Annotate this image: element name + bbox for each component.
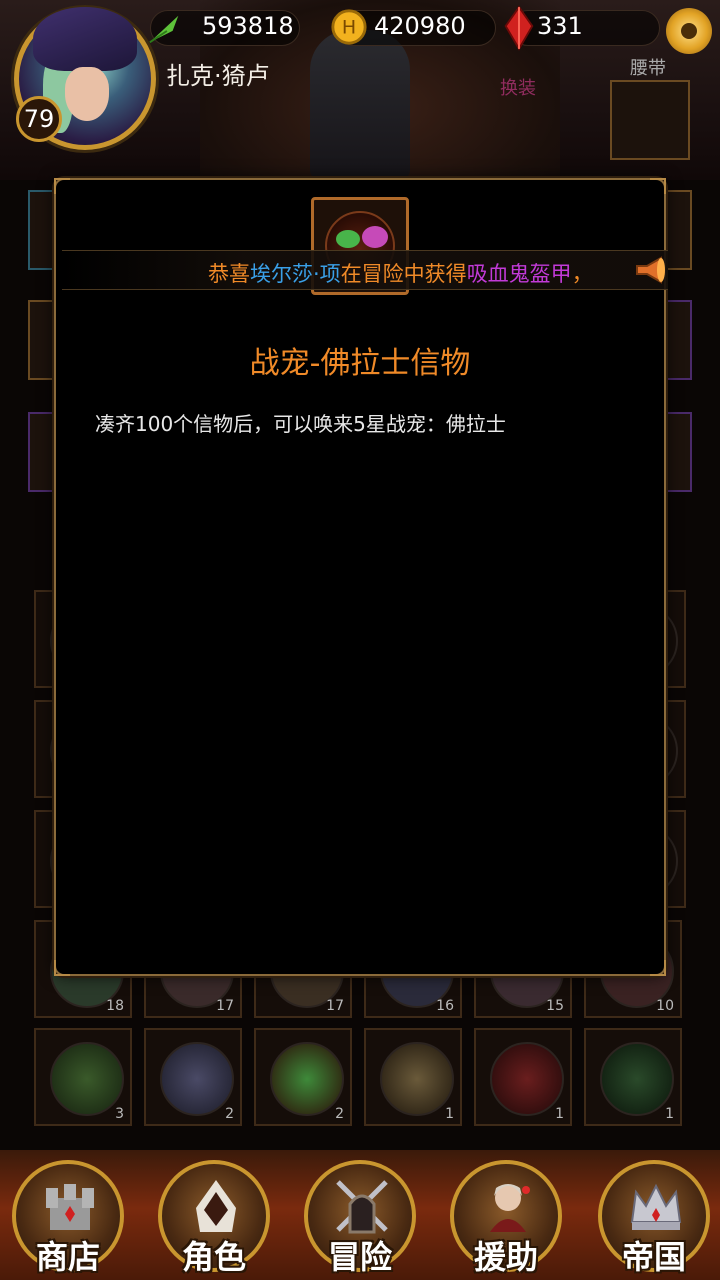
broadcast-marquee: 恭喜埃尔莎·项在冒险中获得吸血鬼盔甲， [62,250,668,290]
red-crystal-icon [504,5,534,51]
nav-assist-label: 援助 [473,1238,538,1276]
nav-character-label: 角色 [181,1238,246,1276]
frog-icon [336,230,360,248]
green-feather-icon [149,15,179,44]
helper-girl-icon [490,1184,530,1232]
gem-value: 331 [537,12,583,40]
hero-character-image [310,30,410,180]
broadcast-message: 恭喜埃尔莎·项在冒险中获得吸血鬼盔甲， [208,262,593,286]
crossed-swords-gate-icon [336,1180,388,1234]
nav-shop-label: 商店 [35,1238,100,1276]
crown-icon [630,1183,682,1230]
nav-adventure-label: 冒险 [327,1238,392,1276]
change-outfit-label[interactable]: 换装 [500,74,536,100]
pet-slot[interactable]: 2 [254,1028,352,1126]
svg-text:H: H [342,17,356,39]
nav-empire-label: 帝国 [621,1238,686,1276]
pet-slot[interactable]: 2 [144,1028,242,1126]
gold-value: 420980 [374,12,466,40]
item-detail-dialog[interactable] [54,178,666,976]
pet-slot[interactable]: 1 [364,1028,462,1126]
stamina-value: 593818 [202,12,294,40]
player-level-badge: 79 [16,96,62,142]
pet-slot[interactable]: 1 [584,1028,682,1126]
megaphone-icon[interactable] [633,255,667,285]
pet-slot[interactable]: 1 [474,1028,572,1126]
hooded-figure-icon [196,1180,236,1232]
player-name: 扎克·猗卢 [166,62,270,90]
item-description: 凑齐100个信物后，可以唤来5星战宠：佛拉士 [95,412,506,436]
belt-slot-label: 腰带 [630,58,666,79]
pet-grid-row: 3 2 2 1 1 1 [34,1028,686,1128]
castle-icon [46,1184,94,1230]
pet-slot[interactable]: 3 [34,1028,132,1126]
item-title: 战宠-佛拉士信物 [249,346,471,381]
gold-coin-icon: H [331,9,367,45]
gear-icon[interactable] [666,8,712,54]
armor-slot[interactable] [610,80,690,160]
